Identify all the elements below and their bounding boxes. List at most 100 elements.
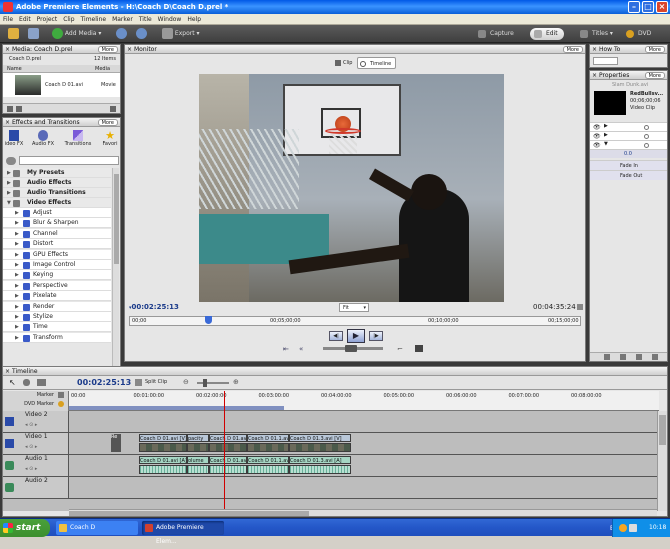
menu-marker[interactable]: Marker (109, 14, 136, 25)
play-button[interactable]: ▶ (347, 329, 365, 343)
tab-video-fx[interactable]: ideo FX (3, 130, 25, 154)
tool-icon[interactable] (604, 354, 610, 360)
effect-item[interactable]: ▶ Perspective (3, 280, 111, 291)
save-button[interactable] (28, 28, 39, 40)
property-row[interactable]: 👁 ▼ (590, 140, 667, 149)
timeline-hscrollbar[interactable] (69, 509, 657, 516)
zoom-in-icon[interactable]: ⊕ (233, 378, 239, 386)
shuttle-thumb[interactable] (345, 345, 357, 352)
view-icons-icon[interactable] (16, 106, 22, 112)
export-button[interactable]: Export ▾ (162, 28, 199, 40)
timeline-clip[interactable]: Coach D 01.avi [A] (209, 456, 247, 464)
timeline-clip[interactable]: Coach D 01.1.avi [V] (247, 434, 289, 442)
effect-item[interactable]: ▶ Keying (3, 270, 111, 281)
reset-icon[interactable] (644, 134, 649, 139)
close-icon[interactable]: × (127, 45, 132, 54)
effects-search-input[interactable] (19, 156, 119, 165)
menu-project[interactable]: Project (34, 14, 61, 25)
step-forward-button[interactable]: |▶ (369, 331, 383, 341)
reset-icon[interactable] (644, 125, 649, 130)
close-icon[interactable]: × (592, 45, 597, 54)
view-list-icon[interactable] (7, 106, 13, 112)
timeline-current-time[interactable]: 00:02:25:13 (77, 378, 131, 387)
trash-icon[interactable] (110, 106, 116, 112)
mode-capture[interactable]: Capture (474, 28, 520, 40)
timeline-clip[interactable]: pacity (187, 434, 209, 442)
monitor-more-button[interactable]: More (562, 46, 583, 53)
properties-more-button[interactable]: More (644, 72, 665, 79)
scroll-thumb[interactable] (659, 415, 666, 445)
menu-timeline[interactable]: Timeline (78, 14, 110, 25)
category-video-effects[interactable]: ▼ Video Effects (3, 198, 111, 208)
expand-arrow-icon[interactable]: ▶ (604, 123, 608, 129)
clock[interactable]: 10:18 (649, 519, 666, 537)
mode-edit[interactable]: Edit (530, 28, 564, 40)
timeline-clip[interactable]: Coach D 01.3.avi [V] (289, 434, 351, 442)
media-col-name[interactable]: Name (7, 65, 22, 73)
howto-more-button[interactable]: More (644, 46, 665, 53)
property-row[interactable]: 👁 ▶ (590, 122, 667, 131)
timeline-clip[interactable]: Coach D 01.3.avi [A] (289, 456, 351, 464)
reset-icon[interactable] (644, 143, 649, 148)
tray-icon[interactable] (619, 524, 627, 532)
eye-icon[interactable]: 👁 (593, 133, 601, 140)
menu-help[interactable]: Help (184, 14, 204, 25)
menu-clip[interactable]: Clip (60, 14, 77, 25)
timeline-clip[interactable]: Coach D 01.1.avi [A] (247, 456, 289, 464)
effect-item[interactable]: ▶ Time (3, 322, 111, 333)
snapshot-icon[interactable] (415, 345, 423, 352)
effect-item[interactable]: ▶ GPU Effects (3, 249, 111, 260)
mode-titles[interactable]: Titles ▾ (576, 28, 619, 40)
dvd-marker-icon[interactable] (58, 401, 64, 407)
add-media-button[interactable]: Add Media ▾ (52, 28, 101, 40)
shuttle-slider[interactable] (323, 345, 383, 352)
hscroll-thumb[interactable] (69, 511, 309, 516)
fade-in-button[interactable]: Fade In (590, 160, 667, 170)
open-project-button[interactable] (8, 28, 19, 40)
effect-item[interactable]: ▶ Distort (3, 239, 111, 250)
effect-item[interactable]: ▶ Image Control (3, 260, 111, 270)
mode-dvd[interactable]: DVD (622, 28, 657, 40)
properties-tool-icon[interactable] (37, 379, 46, 386)
trash-icon[interactable] (652, 354, 658, 360)
timeline-playhead[interactable] (223, 391, 225, 511)
media-clip-row[interactable]: Coach D 01.avi Movie (3, 73, 120, 97)
scroll-thumb[interactable] (114, 174, 119, 264)
maximize-button[interactable]: □ (642, 1, 654, 13)
close-button[interactable]: × (656, 1, 668, 13)
menu-edit[interactable]: Edit (16, 14, 34, 25)
tab-timeline[interactable]: Timeline (357, 57, 397, 69)
timeline-clip[interactable]: Coach D 01.avi [A] (139, 456, 187, 464)
tool-icon[interactable] (636, 354, 642, 360)
safe-margin-icon[interactable] (577, 304, 583, 310)
effect-item[interactable]: ▶ Blur & Sharpen (3, 218, 111, 229)
zoom-out-icon[interactable]: ⊖ (183, 378, 189, 386)
effect-item[interactable]: ▶ Pixelate (3, 291, 111, 302)
timeline-scrollbar[interactable] (657, 411, 667, 511)
monitor-video-frame[interactable] (199, 74, 504, 302)
time-stretch-icon[interactable] (23, 379, 30, 386)
property-value[interactable]: 0.0 (624, 151, 632, 157)
menu-window[interactable]: Window (155, 14, 185, 25)
effect-item[interactable]: ▶ Stylize (3, 312, 111, 322)
rewind-icon[interactable]: ⇤ (283, 345, 292, 353)
category-my-presets[interactable]: ▶ My Presets (3, 168, 111, 178)
speaker-icon[interactable] (5, 461, 14, 470)
property-value-row[interactable]: 0.0 (590, 149, 667, 158)
eye-icon[interactable]: 👁 (593, 124, 601, 131)
minimize-button[interactable]: – (628, 1, 640, 13)
split-clip-button[interactable]: Split Clip (135, 379, 167, 386)
howto-select[interactable] (593, 57, 618, 65)
close-icon[interactable]: × (5, 118, 10, 127)
monitor-current-time[interactable]: ▾00:02:25:13 (129, 303, 179, 311)
expand-arrow-icon[interactable]: ▶ (604, 132, 608, 138)
speaker-icon[interactable] (5, 483, 14, 492)
media-col-media[interactable]: Media (95, 65, 110, 73)
collapse-arrow-icon[interactable]: ▼ (604, 141, 608, 147)
close-icon[interactable]: × (5, 45, 10, 54)
category-audio-effects[interactable]: ▶ Audio Effects (3, 178, 111, 188)
task-premiere[interactable]: Adobe Premiere Elem... (142, 521, 224, 545)
media-more-button[interactable]: More (97, 46, 118, 53)
track-controls[interactable]: ◂ ⊙ ▸ (25, 444, 37, 450)
work-area-bar[interactable] (69, 406, 284, 410)
